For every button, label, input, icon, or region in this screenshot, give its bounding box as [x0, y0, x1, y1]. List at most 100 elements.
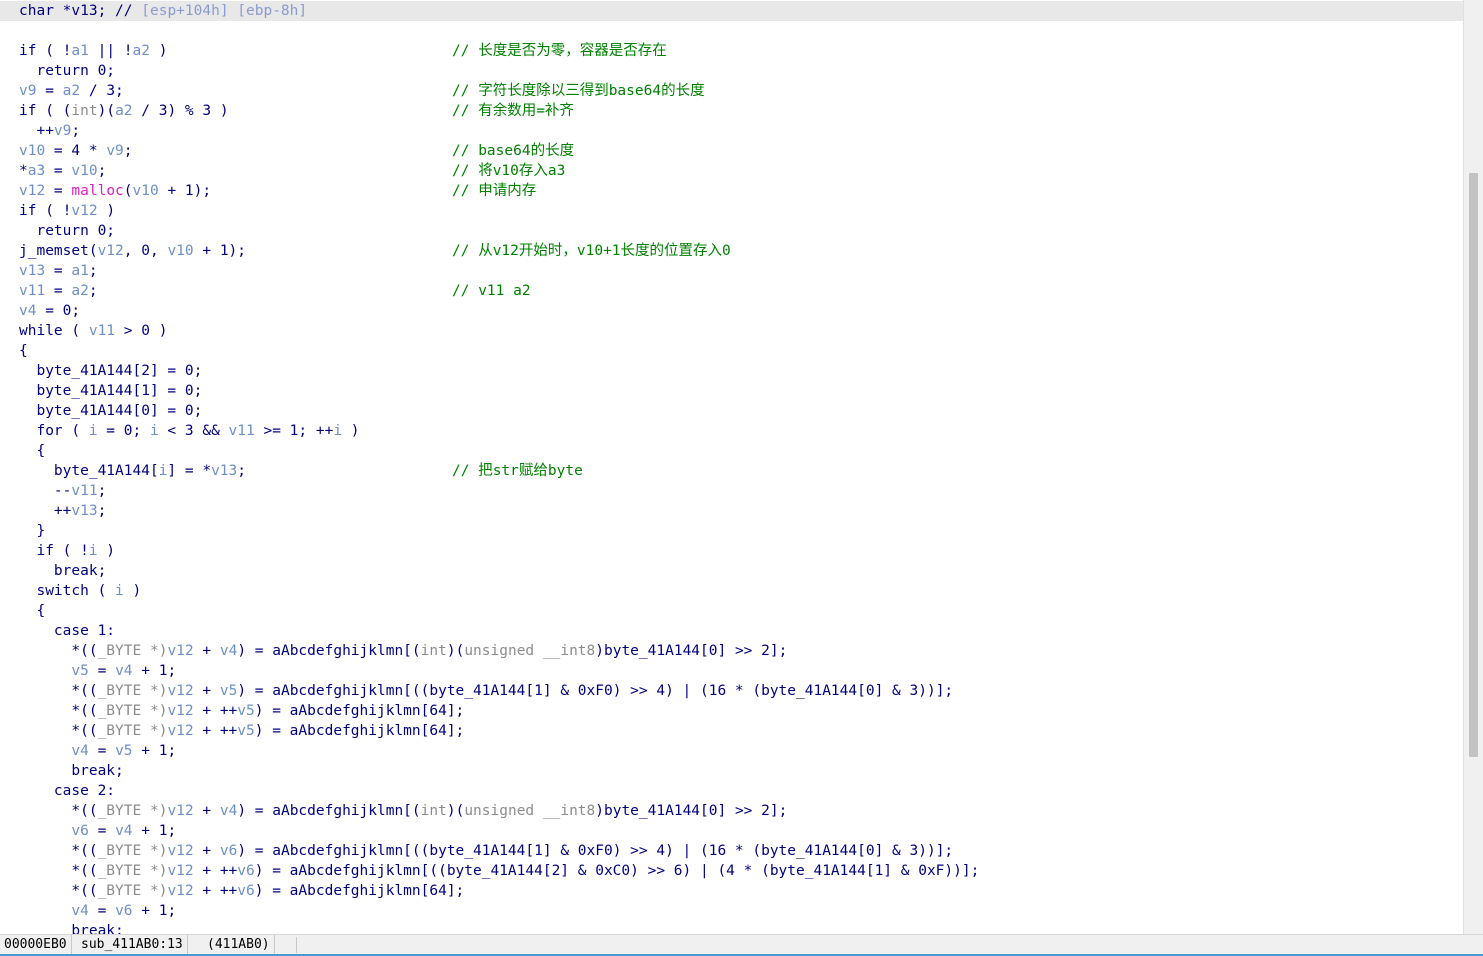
code-line[interactable]: v5 = v4 + 1;	[19, 661, 176, 681]
code-token[interactable]: v10	[167, 243, 193, 259]
code-token[interactable]: i	[150, 423, 159, 439]
code-token[interactable]: v4	[220, 643, 237, 659]
code-token[interactable]: v6	[115, 903, 132, 919]
code-token[interactable]: v12	[98, 243, 124, 259]
code-line[interactable]: *((_BYTE *)v12 + v5) = aAbcdefghijklmn[(…	[19, 681, 953, 701]
code-line[interactable]: case 2:	[19, 781, 115, 801]
code-line[interactable]: v4 = v6 + 1;	[19, 901, 176, 921]
code-line[interactable]: v13 = a1;	[19, 261, 98, 281]
code-line[interactable]: v4 = v5 + 1;	[19, 741, 176, 761]
code-line[interactable]: v4 = 0;	[19, 301, 80, 321]
code-token[interactable]: v11	[89, 323, 115, 339]
code-token[interactable]: v11	[71, 483, 97, 499]
code-line[interactable]: case 1:	[19, 621, 115, 641]
code-line[interactable]: v11 = a2; // v11 a2	[19, 281, 531, 301]
code-line[interactable]: ++v9;	[19, 121, 80, 141]
code-token[interactable]: a1	[71, 263, 88, 279]
code-line[interactable]: {	[19, 341, 28, 361]
code-token[interactable]: a3	[28, 163, 45, 179]
code-line[interactable]: *((_BYTE *)v12 + v6) = aAbcdefghijklmn[(…	[19, 841, 953, 861]
code-token[interactable]: v12	[167, 883, 193, 899]
code-token[interactable]: v12	[167, 843, 193, 859]
code-token[interactable]: v13	[211, 463, 237, 479]
code-line[interactable]: v10 = 4 * v9; // base64的长度	[19, 141, 574, 161]
code-token[interactable]: v10	[19, 143, 45, 159]
code-token[interactable]: v5	[237, 703, 254, 719]
code-line[interactable]: if ( (int)(a2 / 3) % 3 ) // 有余数用=补齐	[19, 101, 574, 121]
code-token[interactable]: a1	[71, 43, 88, 59]
code-line[interactable]: j_memset(v12, 0, v10 + 1); // 从v12开始时，v10…	[19, 241, 731, 261]
code-token[interactable]: v12	[167, 643, 193, 659]
code-token[interactable]: v9	[19, 83, 36, 99]
code-line[interactable]: *((_BYTE *)v12 + ++v5) = aAbcdefghijklmn…	[19, 701, 464, 721]
code-token[interactable]: v4	[19, 303, 36, 319]
code-token[interactable]: v5	[115, 743, 132, 759]
code-token[interactable]: v12	[167, 863, 193, 879]
code-token[interactable]: i	[333, 423, 342, 439]
code-line[interactable]: v12 = malloc(v10 + 1); // 申请内存	[19, 181, 536, 201]
code-line[interactable]: *((_BYTE *)v12 + v4) = aAbcdefghijklmn[(…	[19, 801, 787, 821]
code-token[interactable]: v4	[115, 663, 132, 679]
code-token[interactable]: v9	[54, 123, 71, 139]
code-line[interactable]: switch ( i )	[19, 581, 141, 601]
code-token[interactable]: malloc	[71, 183, 123, 199]
code-token[interactable]: i	[89, 543, 98, 559]
pseudocode-view[interactable]: char *v13; // [esp+104h] [ebp-8h] if ( !a…	[0, 0, 1463, 934]
code-line[interactable]: *a3 = v10; // 将v10存入a3	[19, 161, 565, 181]
code-token[interactable]: i	[115, 583, 124, 599]
code-token[interactable]: v11	[19, 283, 45, 299]
code-line[interactable]: for ( i = 0; i < 3 && v11 >= 1; ++i )	[19, 421, 359, 441]
code-token[interactable]: v4	[71, 903, 88, 919]
code-token[interactable]: v12	[19, 183, 45, 199]
code-line[interactable]: return 0;	[19, 61, 115, 81]
code-token[interactable]: v6	[237, 863, 254, 879]
code-token[interactable]: v6	[71, 823, 88, 839]
code-token[interactable]: v12	[167, 803, 193, 819]
code-token[interactable]: v13	[19, 263, 45, 279]
code-line[interactable]: byte_41A144[1] = 0;	[19, 381, 202, 401]
code-token[interactable]: v5	[220, 683, 237, 699]
code-token[interactable]: a2	[71, 283, 88, 299]
code-line[interactable]: *((_BYTE *)v12 + ++v6) = aAbcdefghijklmn…	[19, 861, 979, 881]
code-token[interactable]: v4	[220, 803, 237, 819]
code-token[interactable]: v12	[167, 703, 193, 719]
code-token[interactable]: v6	[237, 883, 254, 899]
code-line[interactable]: break;	[19, 761, 123, 781]
code-token[interactable]: v4	[71, 743, 88, 759]
code-token[interactable]: i	[89, 423, 98, 439]
code-token[interactable]: a2	[115, 103, 132, 119]
code-line[interactable]: return 0;	[19, 221, 115, 241]
code-line[interactable]: break;	[19, 921, 123, 934]
code-token[interactable]: v12	[167, 723, 193, 739]
code-line[interactable]: break;	[19, 561, 106, 581]
code-line[interactable]: while ( v11 > 0 )	[19, 321, 167, 341]
code-line[interactable]: *((_BYTE *)v12 + ++v6) = aAbcdefghijklmn…	[19, 881, 464, 901]
code-token[interactable]: v10	[133, 183, 159, 199]
code-token[interactable]: v12	[167, 683, 193, 699]
code-line[interactable]: byte_41A144[0] = 0;	[19, 401, 202, 421]
code-line[interactable]: --v11;	[19, 481, 106, 501]
code-line-current[interactable]: char *v13; // [esp+104h] [ebp-8h]	[0, 1, 1463, 21]
code-line[interactable]: ++v13;	[19, 501, 106, 521]
code-line[interactable]: v9 = a2 / 3; // 字符长度除以三得到base64的长度	[19, 81, 705, 101]
code-line[interactable]: if ( !a1 || !a2 ) // 长度是否为零，容器是否存在	[19, 41, 667, 61]
code-line[interactable]: byte_41A144[2] = 0;	[19, 361, 202, 381]
code-line[interactable]: byte_41A144[i] = *v13;// 把str赋给byte	[19, 461, 583, 481]
code-token[interactable]: v11	[229, 423, 255, 439]
code-line[interactable]: if ( !i )	[19, 541, 115, 561]
code-token[interactable]: v5	[237, 723, 254, 739]
scrollbar-thumb[interactable]	[1469, 173, 1478, 757]
code-token[interactable]: v12	[71, 203, 97, 219]
code-token[interactable]: a2	[133, 43, 150, 59]
code-line[interactable]: }	[19, 521, 45, 541]
code-token[interactable]: a2	[63, 83, 80, 99]
code-line[interactable]: v6 = v4 + 1;	[19, 821, 176, 841]
code-token[interactable]: v5	[71, 663, 88, 679]
code-line[interactable]: if ( !v12 )	[19, 201, 115, 221]
code-token[interactable]: v4	[115, 823, 132, 839]
code-line[interactable]: {	[19, 441, 45, 461]
code-line[interactable]: {	[19, 601, 45, 621]
code-token[interactable]: v10	[71, 163, 97, 179]
code-line[interactable]: *((_BYTE *)v12 + v4) = aAbcdefghijklmn[(…	[19, 641, 787, 661]
code-token[interactable]: v6	[220, 843, 237, 859]
